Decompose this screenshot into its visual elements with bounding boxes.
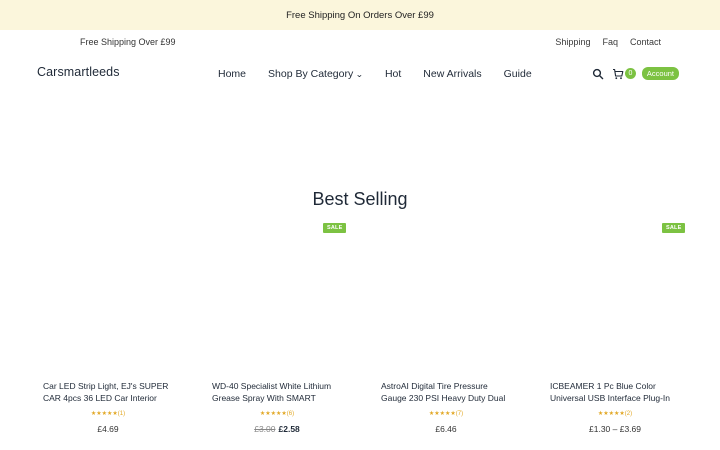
rating-count: (6) [286,411,295,417]
announcement-text: Free Shipping On Orders Over £99 [286,9,434,21]
nav-home[interactable]: Home [218,68,246,80]
rating-count: (7) [455,411,464,417]
product-title[interactable]: ICBEAMER 1 Pc Blue Color Universal USB I… [550,380,680,404]
account-button[interactable]: Account [641,67,679,80]
star-rating-icon: ★★★★★ [428,411,456,417]
price-original: £3.00 [254,424,276,434]
announcement-bar: Free Shipping On Orders Over £99 [0,0,720,30]
main-nav: Home Shop By Category ⌄ Hot New Arrivals… [218,68,554,80]
nav-shop-by-category[interactable]: Shop By Category ⌄ [268,68,364,80]
cart-button[interactable]: 0 [612,68,636,80]
nav-guide-label: Guide [503,68,532,80]
rating-count: (1) [117,411,126,417]
sale-badge: SALE [323,223,347,233]
nav-new-arrivals[interactable]: New Arrivals [423,68,481,80]
price-current: £1.30 – £3.69 [589,424,641,434]
price-sale: £2.58 [278,424,300,434]
site-logo[interactable]: Carsmartleeds [37,65,120,79]
product-card[interactable]: AstroAI Digital Tire Pressure Gauge 230 … [381,380,511,434]
product-price: £3.00 £2.58 [212,424,342,434]
topbar-shipping-text: Free Shipping Over £99 [80,37,176,47]
product-title[interactable]: WD-40 Specialist White Lithium Grease Sp… [212,380,342,404]
top-bar: Free Shipping Over £99 Shipping Faq Cont… [0,30,720,54]
star-rating-icon: ★★★★★ [259,411,287,417]
product-card[interactable]: WD-40 Specialist White Lithium Grease Sp… [212,380,342,434]
nav-hot[interactable]: Hot [385,68,401,80]
price-current: £6.46 [435,424,457,434]
nav-new-arrivals-label: New Arrivals [423,68,482,80]
cart-count-badge: 0 [624,68,636,79]
site-header: Carsmartleeds Home Shop By Category ⌄ Ho… [0,58,720,92]
nav-hot-label: Hot [384,68,402,80]
product-title[interactable]: AstroAI Digital Tire Pressure Gauge 230 … [381,380,511,404]
product-title[interactable]: Car LED Strip Light, EJ's SUPER CAR 4pcs… [43,380,173,404]
product-price: £4.69 [43,424,173,434]
sale-badge: SALE [662,223,686,233]
link-faq[interactable]: Faq [602,37,618,47]
link-shipping[interactable]: Shipping [555,37,590,47]
product-card[interactable]: ICBEAMER 1 Pc Blue Color Universal USB I… [550,380,680,434]
search-icon[interactable] [592,68,604,80]
nav-guide[interactable]: Guide [504,68,532,80]
topbar-links: Shipping Faq Contact [555,37,661,47]
cart-icon [612,68,624,79]
chevron-down-icon: ⌄ [355,69,364,79]
section-title: Best Selling [312,189,408,209]
price-current: £4.69 [97,424,119,434]
nav-home-label: Home [218,68,247,80]
product-rating: ★★★★★(7) [381,410,511,417]
product-price: £6.46 [381,424,511,434]
product-rating: ★★★★★(1) [43,410,173,417]
header-actions: 0 Account [592,67,679,80]
star-rating-icon: ★★★★★ [90,411,118,417]
product-rating: ★★★★★(6) [212,410,342,417]
nav-shop-by-category-label: Shop By Category [268,68,354,80]
star-rating-icon: ★★★★★ [597,411,625,417]
product-price: £1.30 – £3.69 [550,424,680,434]
product-rating: ★★★★★(2) [550,410,680,417]
product-card[interactable]: Car LED Strip Light, EJ's SUPER CAR 4pcs… [43,380,173,434]
link-contact[interactable]: Contact [630,37,661,47]
rating-count: (2) [624,411,633,417]
